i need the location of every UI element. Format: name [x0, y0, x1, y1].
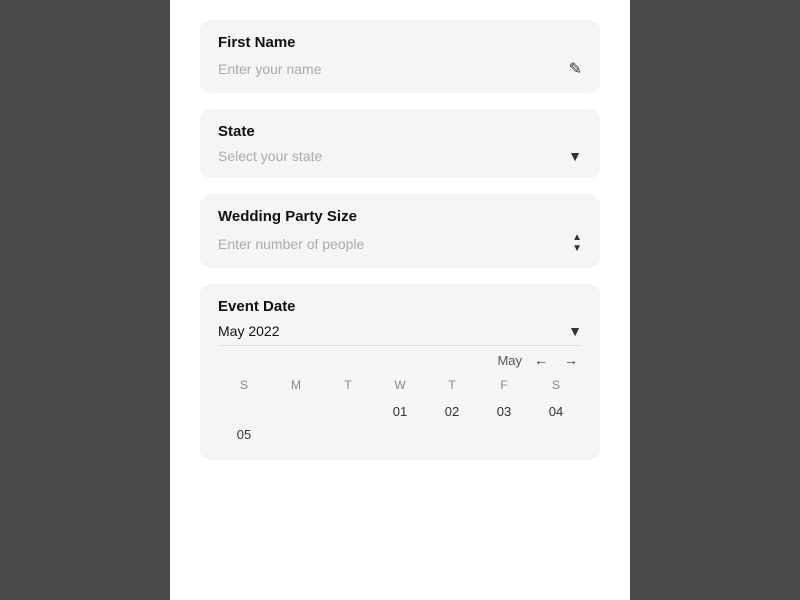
calendar-day-03[interactable]: 03 [478, 400, 530, 423]
spinner-up-icon[interactable]: ▲ [572, 233, 582, 243]
calendar-day-04[interactable]: 04 [530, 400, 582, 423]
event-date-dropdown-icon[interactable]: ▼ [568, 323, 582, 339]
first-name-placeholder: Enter your name [218, 61, 569, 77]
calendar-day-02[interactable]: 02 [426, 400, 478, 423]
calendar-day [322, 400, 374, 423]
number-spinner[interactable]: ▲ ▼ [572, 233, 582, 254]
state-dropdown-icon[interactable]: ▼ [568, 148, 582, 164]
calendar-weekdays: S M T W T F S [218, 374, 582, 396]
weekday-fri: F [478, 374, 530, 396]
month-nav-label: May [497, 353, 522, 368]
calendar-day-01[interactable]: 01 [374, 400, 426, 423]
event-date-card: Event Date May 2022 ▼ May ← → S M T W T … [200, 284, 600, 460]
weekday-wed: W [374, 374, 426, 396]
wedding-party-size-label: Wedding Party Size [218, 208, 582, 225]
month-dropdown-row: May 2022 ▼ [218, 323, 582, 339]
first-name-card: First Name Enter your name ✎ [200, 20, 600, 93]
weekday-sat: S [530, 374, 582, 396]
state-label: State [218, 123, 582, 140]
center-panel: First Name Enter your name ✎ State Selec… [170, 0, 630, 600]
weekday-mon: M [270, 374, 322, 396]
calendar-day [270, 400, 322, 423]
weekday-tue: T [322, 374, 374, 396]
prev-month-button[interactable]: ← [530, 352, 552, 368]
calendar-divider [218, 345, 582, 346]
event-date-label: Event Date [218, 298, 582, 315]
weekday-sun: S [218, 374, 270, 396]
calendar-day [218, 400, 270, 423]
state-card: State Select your state ▼ [200, 109, 600, 178]
wedding-party-size-card: Wedding Party Size Enter number of peopl… [200, 194, 600, 268]
calendar-day-05[interactable]: 05 [218, 423, 270, 446]
calendar-days: 01 02 03 04 05 [218, 400, 582, 446]
weekday-thu: T [426, 374, 478, 396]
calendar-nav-row: May ← → [218, 352, 582, 368]
edit-icon[interactable]: ✎ [569, 59, 582, 79]
state-placeholder: Select your state [218, 148, 568, 164]
first-name-label: First Name [218, 34, 582, 51]
month-value: May 2022 [218, 323, 279, 339]
next-month-button[interactable]: → [560, 352, 582, 368]
spinner-down-icon[interactable]: ▼ [572, 244, 582, 254]
wedding-party-size-placeholder: Enter number of people [218, 236, 572, 252]
